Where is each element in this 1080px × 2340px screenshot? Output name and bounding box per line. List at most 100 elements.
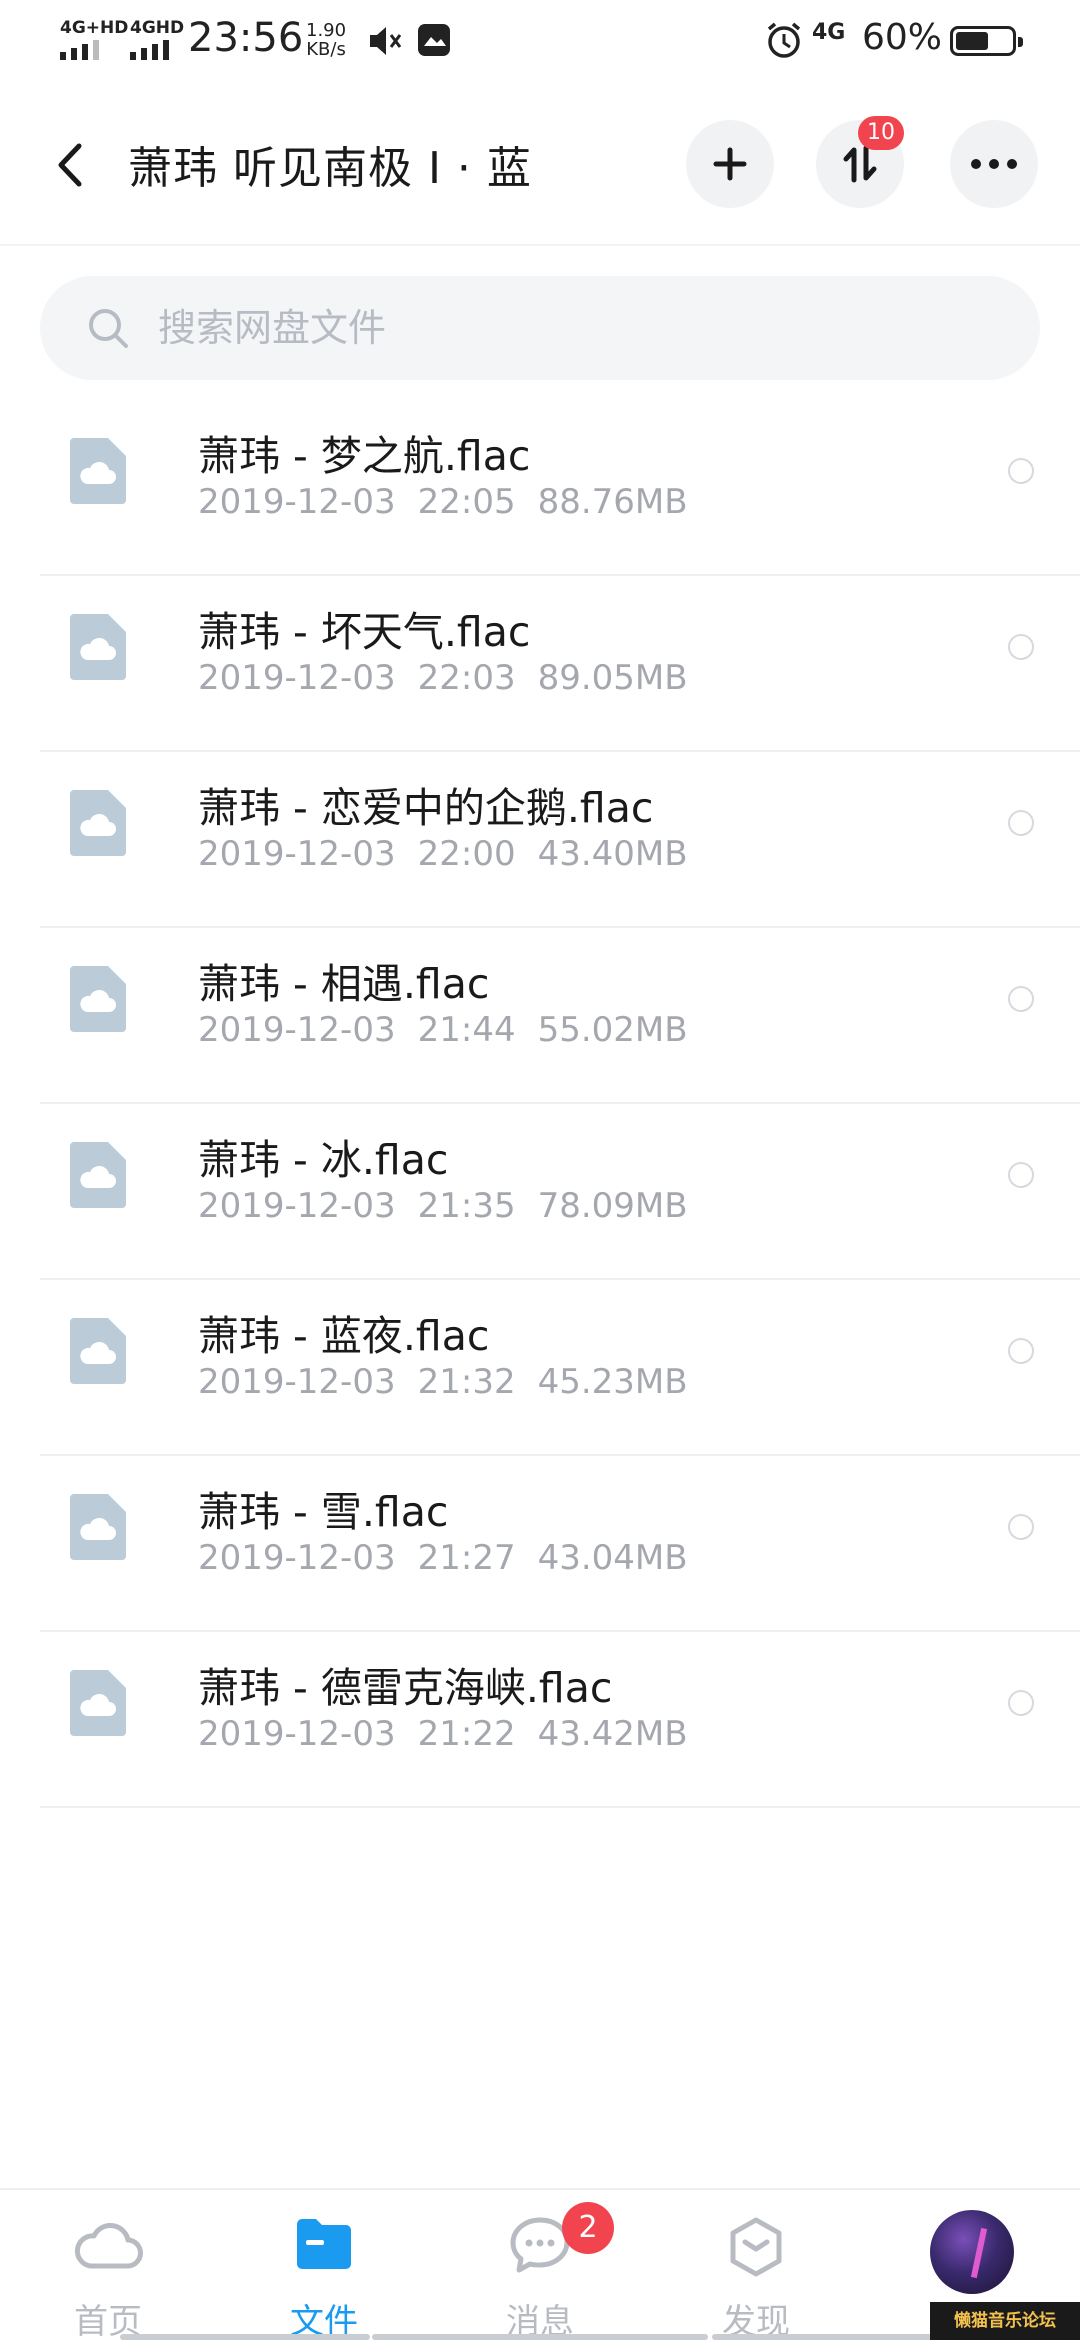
row-divider: [40, 1806, 1080, 1808]
battery-icon: [950, 26, 1023, 56]
file-date: 2019-12-03: [198, 482, 396, 522]
file-date: 2019-12-03: [198, 1186, 396, 1226]
gesture-bar-center: [372, 2334, 708, 2340]
file-size: 55.02MB: [537, 1010, 688, 1050]
network-2-label: 4GHD: [130, 18, 185, 38]
file-size: 78.09MB: [537, 1186, 688, 1226]
file-name: 萧玮 - 相遇.flac: [198, 960, 490, 1008]
file-name: 萧玮 - 蓝夜.flac: [198, 1312, 490, 1360]
file-meta: 2019-12-03 21:22 43.42MB: [198, 1714, 710, 1754]
cloud-file-icon: [70, 966, 126, 1032]
file-row[interactable]: 萧玮 - 冰.flac 2019-12-03 21:35 78.09MB: [0, 1104, 1080, 1280]
file-time: 22:00: [417, 834, 516, 874]
file-time: 21:35: [417, 1186, 516, 1226]
file-row[interactable]: 萧玮 - 蓝夜.flac 2019-12-03 21:32 45.23MB: [0, 1280, 1080, 1456]
network-speed: 1.90 KB/s: [306, 21, 346, 60]
cloud-file-icon: [70, 790, 126, 856]
file-size: 43.42MB: [537, 1714, 688, 1754]
tab-discover[interactable]: 发现: [648, 2190, 864, 2340]
more-button[interactable]: [950, 120, 1038, 208]
file-date: 2019-12-03: [198, 1010, 396, 1050]
add-button[interactable]: [686, 120, 774, 208]
cloud-icon: [74, 2223, 143, 2269]
file-size: 43.40MB: [537, 834, 688, 874]
file-meta: 2019-12-03 22:00 43.40MB: [198, 834, 710, 874]
file-time: 22:03: [417, 658, 516, 698]
file-row[interactable]: 萧玮 - 梦之航.flac 2019-12-03 22:05 88.76MB: [0, 400, 1080, 576]
cloud-file-icon: [70, 438, 126, 504]
battery-percent: 60%: [862, 17, 943, 58]
bottom-nav: 首页 文件 2 消息 发现: [0, 2188, 1080, 2340]
file-time: 22:05: [417, 482, 516, 522]
file-name: 萧玮 - 德雷克海峡.flac: [198, 1664, 613, 1712]
file-date: 2019-12-03: [198, 1362, 396, 1402]
file-date: 2019-12-03: [198, 658, 396, 698]
file-row[interactable]: 萧玮 - 德雷克海峡.flac 2019-12-03 21:22 43.42MB: [0, 1632, 1080, 1808]
select-checkbox[interactable]: [1008, 458, 1034, 484]
select-checkbox[interactable]: [1008, 986, 1034, 1012]
file-meta: 2019-12-03 22:03 89.05MB: [198, 658, 710, 698]
select-checkbox[interactable]: [1008, 634, 1034, 660]
select-checkbox[interactable]: [1008, 1162, 1034, 1188]
network-1-label: 4G+HD: [60, 18, 129, 38]
file-name: 萧玮 - 坏天气.flac: [198, 608, 531, 656]
folder-icon: [297, 2219, 351, 2269]
file-time: 21:27: [417, 1538, 516, 1578]
gesture-bar-left: [120, 2334, 370, 2340]
tab-home[interactable]: 首页: [0, 2190, 216, 2340]
file-time: 21:32: [417, 1362, 516, 1402]
file-size: 89.05MB: [537, 658, 688, 698]
file-size: 88.76MB: [537, 482, 688, 522]
select-checkbox[interactable]: [1008, 1338, 1034, 1364]
search-bar[interactable]: [40, 276, 1040, 380]
file-date: 2019-12-03: [198, 1538, 396, 1578]
speed-unit: KB/s: [306, 38, 346, 60]
file-date: 2019-12-03: [198, 834, 396, 874]
avatar[interactable]: [930, 2210, 1014, 2294]
file-meta: 2019-12-03 21:27 43.04MB: [198, 1538, 710, 1578]
discover-icon: [730, 2217, 782, 2277]
clock: 23:56: [188, 15, 304, 61]
tab-messages[interactable]: 2 消息: [432, 2190, 648, 2340]
file-time: 21:44: [417, 1010, 516, 1050]
file-row[interactable]: 萧玮 - 坏天气.flac 2019-12-03 22:03 89.05MB: [0, 576, 1080, 752]
transfer-count-badge: 10: [858, 116, 904, 150]
signal-bars-1: [60, 40, 99, 60]
select-checkbox[interactable]: [1008, 1690, 1034, 1716]
file-name: 萧玮 - 恋爱中的企鹅.flac: [198, 784, 654, 832]
file-name: 萧玮 - 冰.flac: [198, 1136, 449, 1184]
battery-cap: [1018, 37, 1023, 47]
cloud-file-icon: [70, 1670, 126, 1736]
file-meta: 2019-12-03 21:32 45.23MB: [198, 1362, 710, 1402]
select-checkbox[interactable]: [1008, 1514, 1034, 1540]
transfer-button[interactable]: 10: [816, 116, 904, 208]
page-title: 萧玮 听见南极 I · 蓝: [128, 143, 532, 194]
file-list: 萧玮 - 梦之航.flac 2019-12-03 22:05 88.76MB 萧玮 …: [0, 400, 1080, 1808]
cloud-file-icon: [70, 1142, 126, 1208]
transfer-arrows-icon: [843, 145, 877, 183]
file-row[interactable]: 萧玮 - 雪.flac 2019-12-03 21:27 43.04MB: [0, 1456, 1080, 1632]
file-size: 43.04MB: [537, 1538, 688, 1578]
file-row[interactable]: 萧玮 - 相遇.flac 2019-12-03 21:44 55.02MB: [0, 928, 1080, 1104]
forum-watermark: 懒猫音乐论坛: [930, 2302, 1080, 2340]
select-checkbox[interactable]: [1008, 810, 1034, 836]
message-count-badge: 2: [562, 2202, 614, 2254]
more-dots-icon: [971, 159, 1017, 169]
status-bar: 4G+HD 4GHD 23:56 1.90 KB/s 4G 60%: [0, 0, 1080, 86]
file-meta: 2019-12-03 22:05 88.76MB: [198, 482, 710, 522]
data-network: 4G: [812, 20, 846, 45]
chevron-left-icon: [58, 143, 82, 187]
file-row[interactable]: 萧玮 - 恋爱中的企鹅.flac 2019-12-03 22:00 43.40MB: [0, 752, 1080, 928]
back-button[interactable]: [40, 130, 100, 200]
mute-icon: [370, 27, 402, 55]
signal-bars-2: [130, 40, 169, 60]
search-input[interactable]: [158, 276, 998, 380]
top-bar: 萧玮 听见南极 I · 蓝 10: [0, 100, 1080, 240]
file-name: 萧玮 - 雪.flac: [198, 1488, 449, 1536]
file-name: 萧玮 - 梦之航.flac: [198, 432, 531, 480]
cloud-file-icon: [70, 1318, 126, 1384]
tab-files[interactable]: 文件: [216, 2190, 432, 2340]
search-icon: [89, 309, 128, 348]
avatar-decoration: [970, 2227, 988, 2279]
gesture-bar-right: [712, 2334, 932, 2340]
